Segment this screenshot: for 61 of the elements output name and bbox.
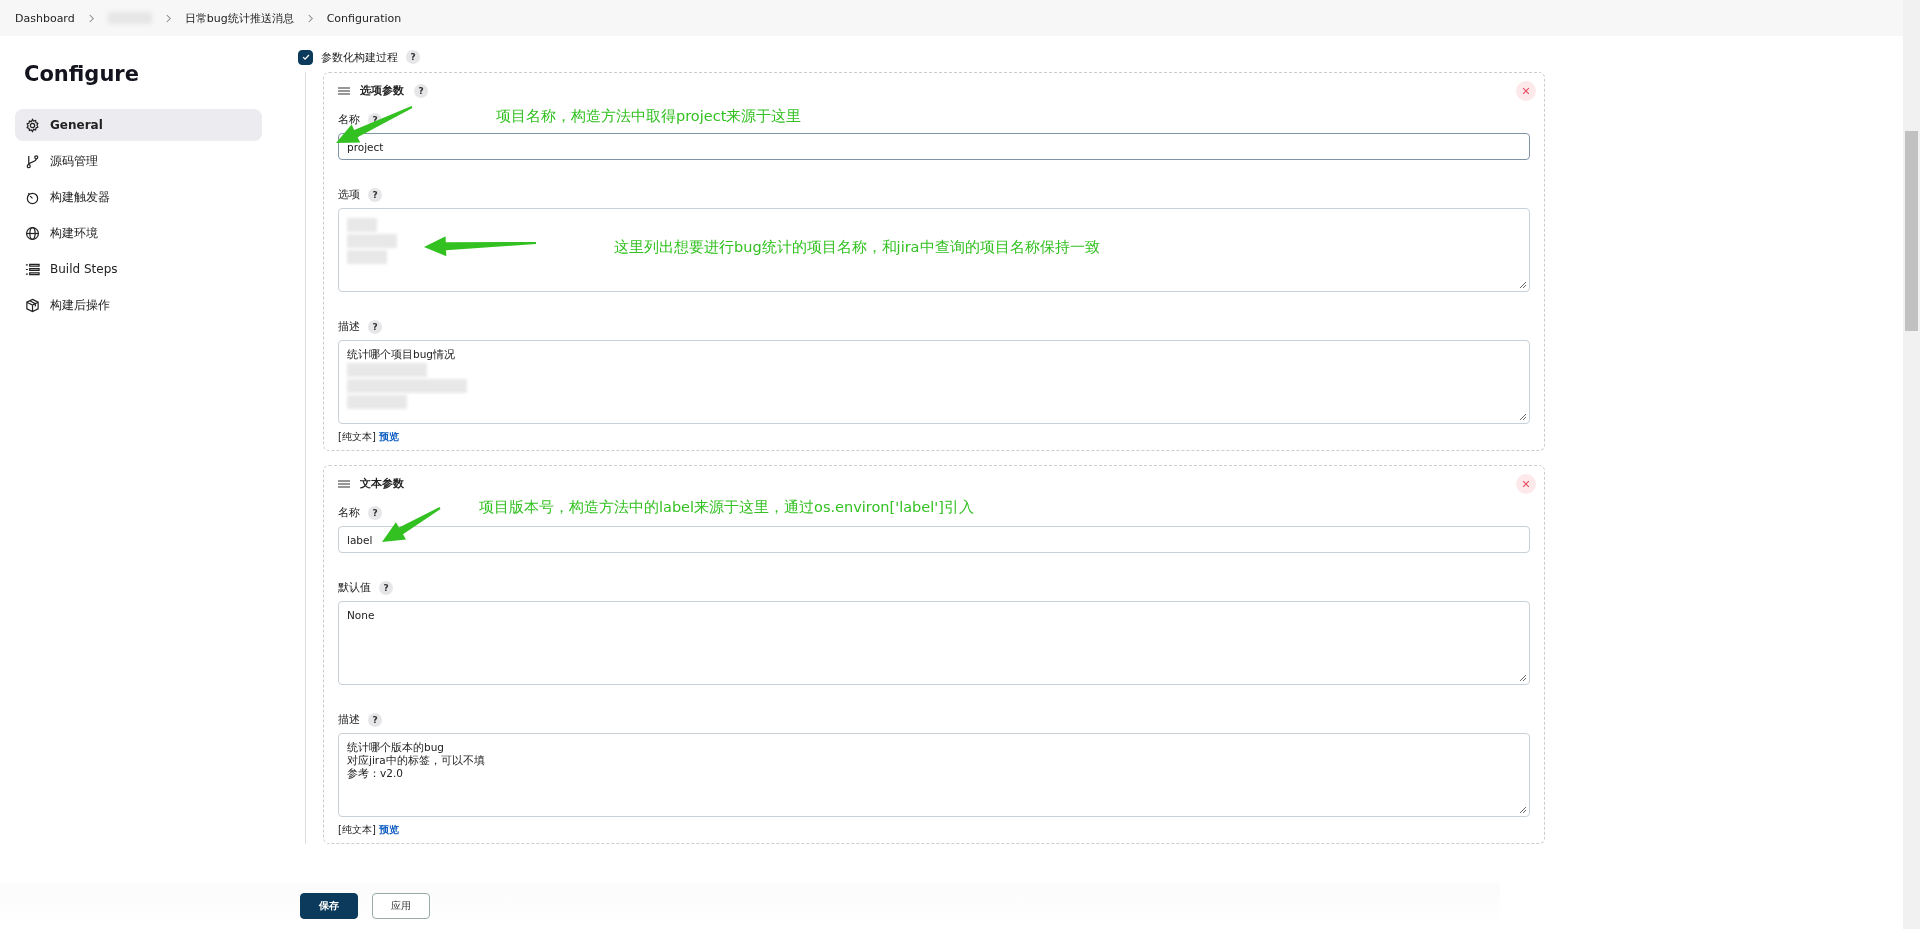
globe-icon: [25, 225, 40, 241]
text-area[interactable]: 统计哪个项目bug情况: [338, 340, 1530, 424]
chevron-icon: [306, 13, 314, 23]
text-area[interactable]: 统计哪个版本的bug 对应jira中的标签，可以不填 参考：v2.0: [338, 733, 1530, 817]
help-button[interactable]: ?: [368, 320, 382, 334]
list-icon: [25, 261, 40, 277]
help-button[interactable]: ?: [414, 84, 428, 98]
field-label: 默认值: [338, 581, 371, 595]
preview-link[interactable]: 预览: [379, 824, 399, 835]
field-label: 描述: [338, 320, 360, 334]
chevron-icon: [87, 13, 95, 23]
drag-handle-icon[interactable]: [338, 480, 350, 488]
resize-grip-icon[interactable]: [1519, 674, 1527, 682]
close-icon: [1522, 87, 1530, 95]
close-button[interactable]: [1516, 474, 1536, 494]
breadcrumb-link[interactable]: Configuration: [326, 11, 402, 25]
annotation-text: 项目名称，构造方法中取得project来源于这里: [496, 107, 802, 126]
annotation-text: 项目版本号，构造方法中的label来源于这里，通过os.environ['label']引入: [479, 498, 974, 517]
field-label: 名称: [338, 113, 360, 127]
text-area[interactable]: None: [338, 601, 1530, 685]
chevron-icon: [164, 13, 172, 23]
save-button[interactable]: 保存: [300, 893, 358, 919]
scrollbar[interactable]: [1903, 0, 1920, 929]
box-icon: [25, 297, 40, 313]
resize-grip-icon[interactable]: [1519, 281, 1527, 289]
help-button[interactable]: ?: [368, 506, 382, 520]
text-field[interactable]: label: [338, 526, 1530, 553]
drag-handle-icon[interactable]: [338, 87, 350, 95]
sidebar-item[interactable]: Build Steps: [15, 253, 262, 285]
text-field[interactable]: project: [338, 133, 1530, 160]
field-label: 选项: [338, 188, 360, 202]
branch-icon: [25, 153, 40, 169]
checkbox-label: 参数化构建过程: [321, 49, 398, 65]
page-title: Configure: [24, 62, 140, 86]
gear-icon: [25, 117, 40, 133]
close-button[interactable]: [1516, 81, 1536, 101]
help-button[interactable]: ?: [368, 188, 382, 202]
checkbox[interactable]: [298, 49, 313, 65]
checkmark-icon: [300, 52, 311, 62]
sidebar-item[interactable]: 构建后操作: [15, 289, 262, 321]
sidebar-item[interactable]: 构建触发器: [15, 181, 262, 213]
close-icon: [1522, 480, 1530, 488]
parameter-type: 文本参数: [360, 477, 404, 491]
sidebar-item[interactable]: 构建环境: [15, 217, 262, 249]
breadcrumb-link[interactable]: 日常bug统计推送消息: [184, 10, 294, 26]
format-note: [纯文本]: [338, 431, 376, 442]
preview-link[interactable]: 预览: [379, 431, 399, 442]
sidebar-item[interactable]: 源码管理: [15, 145, 262, 177]
field-label: 名称: [338, 506, 360, 520]
parameter-type: 选项参数: [360, 84, 404, 98]
help-button[interactable]: ?: [368, 713, 382, 727]
resize-grip-icon[interactable]: [1519, 806, 1527, 814]
breadcrumb-link[interactable]: Dashboard: [15, 11, 75, 25]
help-button[interactable]: ?: [406, 50, 420, 64]
apply-button[interactable]: 应用: [372, 893, 430, 919]
format-note: [纯文本]: [338, 824, 376, 835]
resize-grip-icon[interactable]: [1519, 413, 1527, 421]
field-label: 描述: [338, 713, 360, 727]
help-button[interactable]: ?: [379, 581, 393, 595]
sidebar-item[interactable]: General: [15, 109, 262, 141]
annotation-text: 这里列出想要进行bug统计的项目名称，和jira中查询的项目名称保持一致: [614, 238, 1100, 257]
